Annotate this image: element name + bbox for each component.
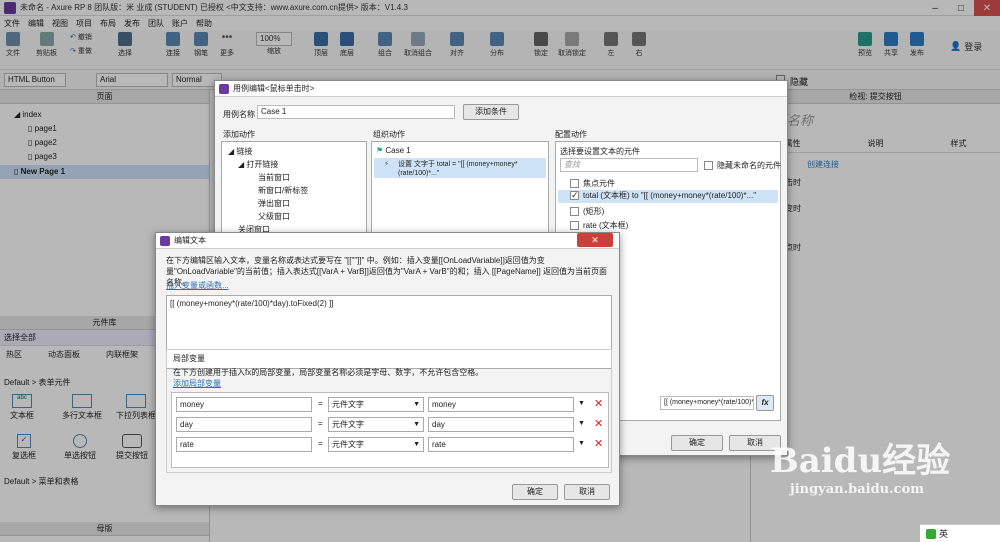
local-var-name[interactable]: money — [176, 397, 312, 412]
local-var-type[interactable]: 元件文字 ▼ — [328, 437, 424, 452]
local-var-name[interactable]: day — [176, 417, 312, 432]
org-action-set-text[interactable]: ⚡ 设置 文字于 total = "[[ (money+money*(rate/1… — [374, 158, 546, 178]
hide-unnamed-checkbox[interactable] — [704, 161, 713, 171]
element-checkbox[interactable] — [570, 189, 579, 201]
add-action-header: 添加动作 — [223, 130, 255, 139]
axure-app-icon — [219, 83, 229, 94]
baidu-watermark-url: jingyan.baidu.com — [790, 482, 924, 497]
case-icon: ⚑ — [376, 146, 386, 155]
add-condition-button[interactable]: 添加条件 — [463, 104, 519, 120]
configure-action-header: 配置动作 — [555, 130, 587, 139]
dropdown-arrow-icon: ▼ — [413, 401, 420, 408]
edit-text-instructions: 在下方编辑区输入文本，变量名称或表达式要写在 "[[""]]" 中。例如：插入变… — [166, 256, 607, 287]
local-var-name[interactable]: rate — [176, 437, 312, 452]
dropdown-arrow-icon: ▼ — [413, 441, 420, 448]
cfg-header: 选择要设置文本的元件 — [560, 147, 640, 156]
case-item[interactable]: ⚑ Case 1 — [376, 146, 411, 155]
hide-unnamed-toggle[interactable]: 隐藏未命名的元件 — [704, 160, 781, 171]
equals-sign: = — [318, 439, 323, 448]
action-open-link[interactable]: ◢ 打开链接 — [238, 159, 278, 170]
dropdown-arrow-icon[interactable]: ▼ — [578, 420, 585, 427]
local-variables-table: money = 元件文字 ▼ money ▼ ✕ day = 元件文字 ▼ day … — [171, 392, 609, 468]
case-name-label: 用例名称 — [223, 110, 255, 119]
dialog-close-button[interactable]: ✕ — [577, 233, 613, 247]
ime-toolbar: 英 — [920, 524, 1000, 542]
local-var-type[interactable]: 元件文字 ▼ — [328, 417, 424, 432]
axure-app-icon — [160, 235, 170, 246]
local-var-type[interactable]: 元件文字 ▼ — [328, 397, 424, 412]
action-current-window[interactable]: 当前窗口 — [258, 172, 290, 183]
dropdown-arrow-icon: ▼ — [413, 421, 420, 428]
edit-text-titlebar: 编辑文本 ✕ — [156, 233, 619, 249]
element-rectangle[interactable]: (矩形) — [570, 206, 604, 217]
delete-variable-icon[interactable]: ✕ — [594, 437, 603, 450]
local-var-target[interactable]: day — [428, 417, 574, 432]
value-input[interactable]: [[ (money+money*(rate/100)*da — [660, 396, 754, 410]
element-rate[interactable]: rate (文本框) — [570, 220, 628, 231]
case-ok-button[interactable]: 确定 — [671, 435, 723, 451]
element-checkbox[interactable] — [570, 179, 579, 189]
action-link[interactable]: ◢ 链接 — [228, 146, 252, 157]
organize-action-header: 组织动作 — [373, 130, 405, 139]
local-vars-title: 局部变量 — [173, 354, 205, 363]
dropdown-arrow-icon[interactable]: ▼ — [578, 440, 585, 447]
delete-variable-icon[interactable]: ✕ — [594, 397, 603, 410]
element-search-input[interactable]: 查找 — [560, 158, 698, 172]
text-cancel-button[interactable]: 取消 — [564, 484, 610, 500]
ime-language[interactable]: 英 — [939, 527, 948, 540]
action-parent-window[interactable]: 父级窗口 — [258, 211, 290, 222]
add-local-variable-link[interactable]: 添加局部变量 — [173, 378, 221, 389]
local-variables-section: 局部变量 在下方创建用于插入fx的局部变量，局部变量名称必须是字母、数字，不允许… — [166, 349, 612, 473]
baidu-watermark: Baidu经验 — [770, 441, 951, 481]
action-popup[interactable]: 弹出窗口 — [258, 198, 290, 209]
text-ok-button[interactable]: 确定 — [512, 484, 558, 500]
case-name-input[interactable]: Case 1 — [257, 105, 455, 119]
case-dialog-titlebar: 用例编辑<鼠标单击时> — [215, 81, 787, 97]
equals-sign: = — [318, 419, 323, 428]
insert-variable-link[interactable]: 插入变量或函数... — [166, 280, 229, 291]
ime-logo-icon — [926, 528, 936, 539]
fx-button[interactable]: fx — [756, 395, 774, 411]
dropdown-arrow-icon[interactable]: ▼ — [578, 400, 585, 407]
element-focus[interactable]: 焦点元件 — [570, 178, 615, 189]
element-total[interactable]: total (文本框) to "[[ (money+money*(rate/10… — [558, 189, 778, 203]
local-var-row-rate: rate = 元件文字 ▼ rate ▼ ✕ — [172, 437, 610, 455]
element-checkbox[interactable] — [570, 221, 579, 231]
local-var-target[interactable]: rate — [428, 437, 574, 452]
local-var-row-day: day = 元件文字 ▼ day ▼ ✕ — [172, 417, 610, 435]
local-var-target[interactable]: money — [428, 397, 574, 412]
equals-sign: = — [318, 399, 323, 408]
delete-variable-icon[interactable]: ✕ — [594, 417, 603, 430]
local-vars-hint: 在下方创建用于插入fx的局部变量，局部变量名称必须是字母、数字，不允许包含空格。 — [173, 368, 484, 377]
local-var-row-money: money = 元件文字 ▼ money ▼ ✕ — [172, 397, 610, 415]
lightning-icon: ⚡ — [384, 161, 389, 168]
element-checkbox[interactable] — [570, 207, 579, 217]
edit-text-dialog: 编辑文本 ✕ 在下方编辑区输入文本，变量名称或表达式要写在 "[[""]]" 中… — [155, 232, 620, 506]
action-new-window[interactable]: 新窗口/新标签 — [258, 185, 308, 196]
